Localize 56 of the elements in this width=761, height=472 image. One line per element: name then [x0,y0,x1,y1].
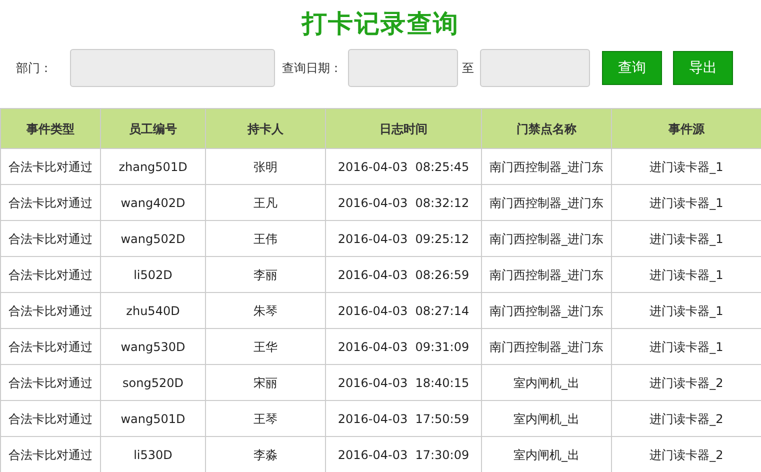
table-cell: 2016-04-03 17:50:59 [326,400,482,436]
table-cell: wang501D [100,400,206,436]
table-cell: 2016-04-03 09:31:09 [326,328,482,364]
table-cell: 宋丽 [206,364,326,400]
start-date-field[interactable] [348,49,458,87]
table-cell: 2016-04-03 08:26:59 [326,256,482,292]
table-cell: 合法卡比对通过 [0,184,100,220]
table-cell: wang502D [100,220,206,256]
table-cell: 南门西控制器_进门东 [482,256,612,292]
table-cell: 南门西控制器_进门东 [482,220,612,256]
table-cell: 2016-04-03 08:25:45 [326,148,482,184]
table-cell: 2016-04-03 18:40:15 [326,364,482,400]
table-cell: 2016-04-03 08:27:14 [326,292,482,328]
table-cell: 李丽 [206,256,326,292]
table-cell: wang402D [100,184,206,220]
table-cell: 合法卡比对通过 [0,436,100,472]
table-cell: 2016-04-03 09:25:12 [326,220,482,256]
table-cell: li502D [100,256,206,292]
search-button[interactable]: 查询 [602,51,662,85]
column-header: 事件类型 [0,108,100,148]
table-cell: song520D [100,364,206,400]
column-header: 员工编号 [100,108,206,148]
table-cell: zhu540D [100,292,206,328]
table-cell: 合法卡比对通过 [0,256,100,292]
table-cell: 室内闸机_出 [482,364,612,400]
column-header: 事件源 [612,108,761,148]
table-cell: zhang501D [100,148,206,184]
end-date-field[interactable] [480,49,590,87]
table-cell: 合法卡比对通过 [0,328,100,364]
table-cell: 王伟 [206,220,326,256]
table-cell: 张明 [206,148,326,184]
table-cell: 南门西控制器_进门东 [482,328,612,364]
table-cell: wang530D [100,328,206,364]
column-header: 日志时间 [326,108,482,148]
column-header: 持卡人 [206,108,326,148]
table-cell: 南门西控制器_进门东 [482,184,612,220]
table-cell: 王华 [206,328,326,364]
page-title: 打卡记录查询 [302,8,460,40]
table-cell: 王凡 [206,184,326,220]
department-label: 部门： [16,60,53,77]
table-cell: 南门西控制器_进门东 [482,292,612,328]
table-cell: 合法卡比对通过 [0,148,100,184]
table-cell: 南门西控制器_进门东 [482,148,612,184]
table-cell: 室内闸机_出 [482,400,612,436]
column-header: 门禁点名称 [482,108,612,148]
to-label: 至 [462,60,475,77]
table-cell: 合法卡比对通过 [0,400,100,436]
table-cell: 朱琴 [206,292,326,328]
table-cell: 合法卡比对通过 [0,364,100,400]
table-cell: 合法卡比对通过 [0,220,100,256]
table-cell: 2016-04-03 08:32:12 [326,184,482,220]
table-cell: 合法卡比对通过 [0,292,100,328]
table-cell: 王琴 [206,400,326,436]
date-label: 查询日期： [282,60,343,77]
department-field[interactable] [70,49,275,87]
export-button[interactable]: 导出 [673,51,733,85]
